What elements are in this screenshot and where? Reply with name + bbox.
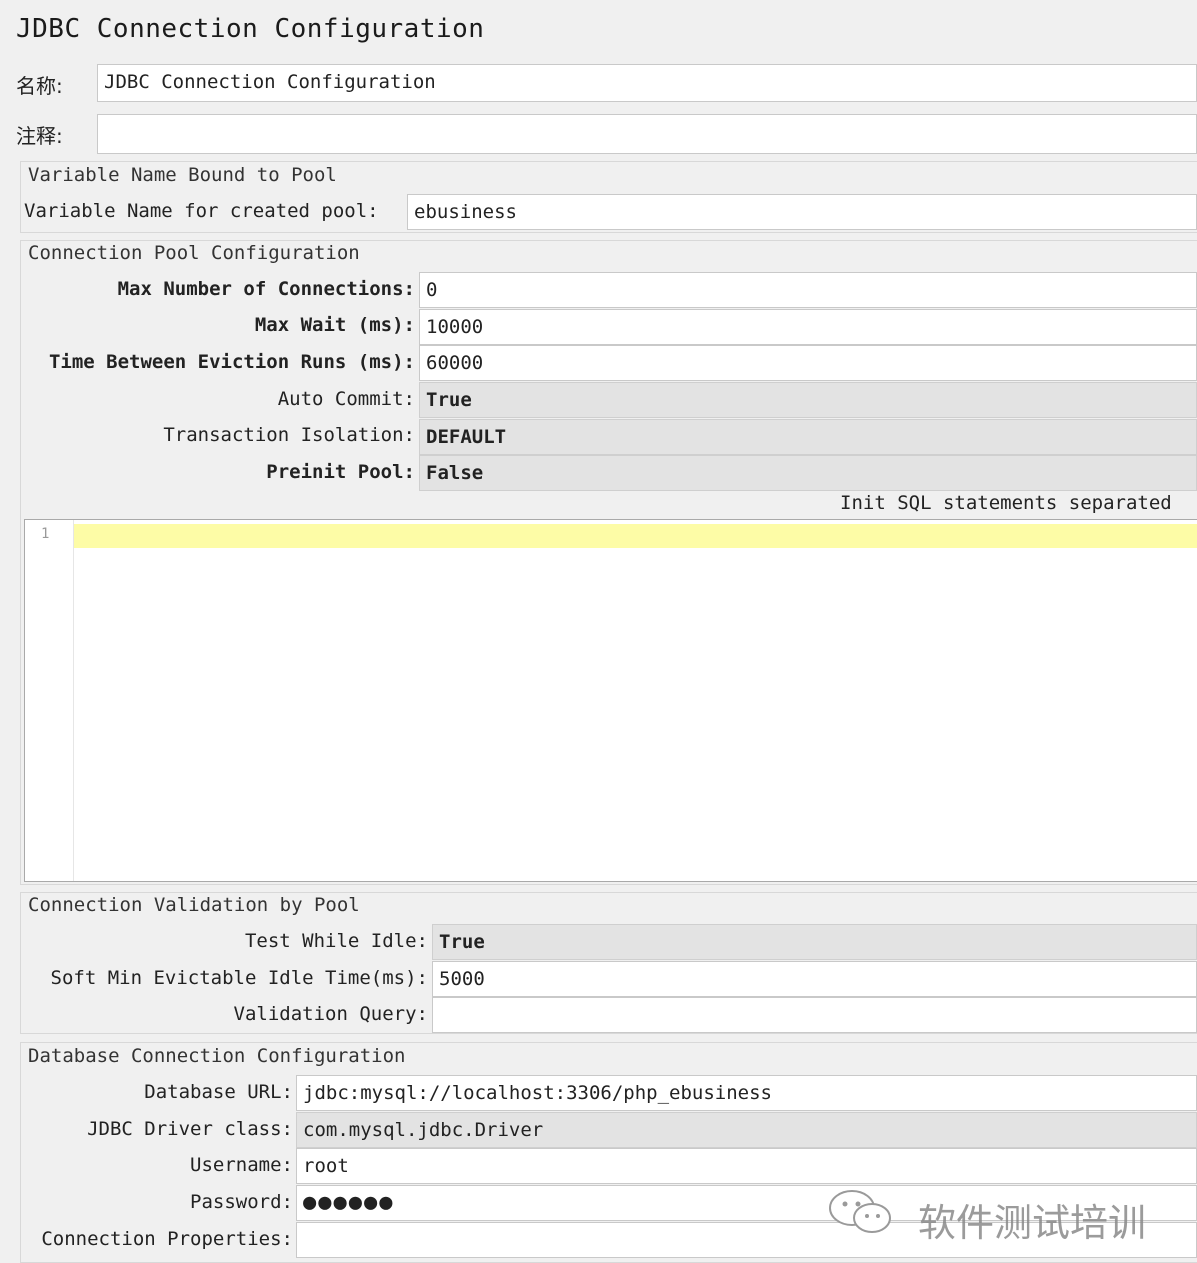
jdbc-config-panel: JDBC Connection Configuration 名称: JDBC C… — [0, 0, 1197, 1263]
init-sql-editor[interactable]: 1 — [24, 519, 1197, 882]
panel-title: JDBC Connection Configuration — [16, 14, 485, 44]
variable-section-title: Variable Name Bound to Pool — [28, 164, 337, 186]
comment-field[interactable] — [97, 114, 1197, 154]
init-sql-label: Init SQL statements separated — [840, 492, 1172, 514]
pool-variable-label: Variable Name for created pool: — [24, 200, 379, 222]
pool-variable-field[interactable]: ebusiness — [407, 194, 1197, 230]
validation-query-label: Validation Query: — [233, 1003, 428, 1025]
watermark-text: 软件测试培训 — [918, 1201, 1147, 1245]
pool-section-title: Connection Pool Configuration — [28, 242, 360, 264]
validation-section-title: Connection Validation by Pool — [28, 894, 360, 916]
driver-class-label: JDBC Driver class: — [87, 1118, 293, 1140]
soft-min-idle-label: Soft Min Evictable Idle Time(ms): — [50, 967, 429, 989]
editor-current-line[interactable] — [74, 524, 1197, 548]
test-while-idle-select[interactable]: True — [432, 924, 1197, 960]
auto-commit-select[interactable]: True — [419, 382, 1197, 418]
preinit-pool-label: Preinit Pool: — [266, 461, 415, 483]
username-field[interactable]: root — [296, 1148, 1197, 1184]
soft-min-idle-field[interactable]: 5000 — [432, 961, 1197, 997]
database-url-field[interactable]: jdbc:mysql://localhost:3306/php_ebusines… — [296, 1075, 1197, 1111]
driver-class-select[interactable]: com.mysql.jdbc.Driver — [296, 1112, 1197, 1148]
database-url-label: Database URL: — [144, 1081, 293, 1103]
name-field[interactable]: JDBC Connection Configuration — [97, 64, 1197, 102]
password-label: Password: — [190, 1191, 293, 1213]
editor-line-number: 1 — [41, 526, 50, 542]
watermark: 软件测试培训 — [822, 1182, 1182, 1245]
editor-gutter: 1 — [25, 520, 74, 881]
max-connections-field[interactable]: 0 — [419, 272, 1197, 308]
validation-query-field[interactable] — [432, 997, 1197, 1033]
test-while-idle-label: Test While Idle: — [244, 930, 428, 952]
transaction-isolation-select[interactable]: DEFAULT — [419, 419, 1197, 455]
transaction-isolation-label: Transaction Isolation: — [163, 424, 415, 446]
name-label: 名称: — [16, 74, 63, 98]
username-label: Username: — [190, 1154, 293, 1176]
wechat-icon — [829, 1190, 891, 1233]
comment-label: 注释: — [16, 124, 63, 148]
database-section-title: Database Connection Configuration — [28, 1045, 406, 1067]
eviction-runs-field[interactable]: 60000 — [419, 345, 1197, 381]
max-connections-label: Max Number of Connections: — [117, 278, 415, 300]
max-wait-field[interactable]: 10000 — [419, 309, 1197, 345]
connection-properties-label: Connection Properties: — [41, 1228, 293, 1250]
preinit-pool-select[interactable]: False — [419, 455, 1197, 491]
auto-commit-label: Auto Commit: — [277, 388, 415, 410]
eviction-runs-label: Time Between Eviction Runs (ms): — [48, 351, 415, 373]
max-wait-label: Max Wait (ms): — [254, 314, 415, 336]
